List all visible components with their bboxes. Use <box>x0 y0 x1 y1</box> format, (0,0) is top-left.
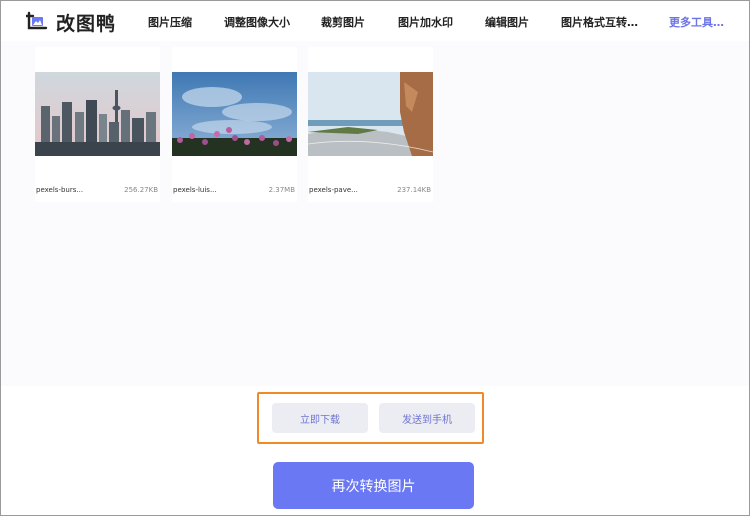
logo[interactable]: 改图鸭 <box>24 10 117 35</box>
file-name: pexels-luis... <box>173 186 217 194</box>
file-card[interactable]: pexels-luis... 2.37MB <box>172 47 297 202</box>
file-name: pexels-pave... <box>309 186 358 194</box>
thumbnail-city-skyline <box>35 72 160 156</box>
nav-image-compress[interactable]: 图片压缩 <box>148 14 192 30</box>
nav-format-convert[interactable]: 图片格式互转… <box>561 14 638 30</box>
logo-text: 改图鸭 <box>56 12 117 35</box>
logo-icon <box>24 11 48 33</box>
nav-more-tools[interactable]: 更多工具… <box>669 14 724 30</box>
convert-again-button[interactable]: 再次转换图片 <box>273 462 474 509</box>
nav-crop-image[interactable]: 裁剪图片 <box>321 14 365 30</box>
top-navbar: 改图鸭 图片压缩 调整图像大小 裁剪图片 图片加水印 编辑图片 图片格式互转… … <box>1 1 749 41</box>
send-to-phone-button[interactable]: 发送到手机 <box>379 403 475 433</box>
thumbnail-coastal-road <box>308 72 433 156</box>
nav-resize-image[interactable]: 调整图像大小 <box>224 14 290 30</box>
file-card[interactable]: pexels-pave... 237.14KB <box>308 47 433 202</box>
results-area: pexels-burs... 256.27KB pexels-luis... 2… <box>1 41 749 386</box>
file-size: 2.37MB <box>268 186 295 194</box>
file-card[interactable]: pexels-burs... 256.27KB <box>35 47 160 202</box>
file-name: pexels-burs... <box>36 186 84 194</box>
file-size: 256.27KB <box>124 186 158 194</box>
download-now-button[interactable]: 立即下载 <box>272 403 368 433</box>
nav-edit-image[interactable]: 编辑图片 <box>485 14 529 30</box>
thumbnail-flowers-sky <box>172 72 297 156</box>
nav-watermark[interactable]: 图片加水印 <box>398 14 453 30</box>
file-size: 237.14KB <box>397 186 431 194</box>
